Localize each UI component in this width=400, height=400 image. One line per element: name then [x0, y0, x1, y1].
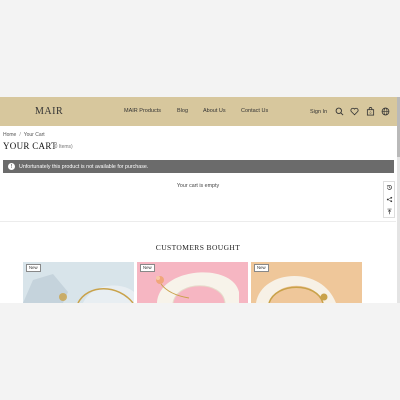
page: MAIR MAIR Products Blog About Us Contact… — [0, 97, 400, 303]
product-card[interactable]: New — [137, 262, 248, 303]
breadcrumb-separator: / — [19, 132, 21, 138]
site-logo[interactable]: MAIR — [35, 106, 63, 117]
heart-icon[interactable] — [350, 107, 359, 116]
alert-message: Unfortunately this product is not availa… — [19, 163, 149, 170]
breadcrumb-current: Your Cart — [23, 132, 45, 138]
nav-about-us[interactable]: About Us — [203, 108, 226, 114]
product-card[interactable]: New — [23, 262, 134, 303]
svg-text:0: 0 — [370, 111, 372, 115]
new-badge: New — [26, 264, 41, 272]
info-icon: ! — [8, 163, 15, 170]
side-toolbar — [383, 181, 395, 218]
history-icon[interactable] — [386, 184, 393, 191]
search-icon[interactable] — [335, 107, 344, 116]
breadcrumb-home[interactable]: Home — [3, 132, 16, 138]
new-badge: New — [140, 264, 155, 272]
page-title: YOUR CART — [3, 141, 57, 151]
site-header: MAIR MAIR Products Blog About Us Contact… — [0, 97, 400, 126]
unavailable-alert: ! Unfortunately this product is not avai… — [3, 160, 394, 173]
share-icon[interactable] — [386, 196, 393, 203]
globe-icon[interactable] — [381, 107, 390, 116]
breadcrumb: Home / Your Cart — [3, 132, 45, 138]
new-badge: New — [254, 264, 269, 272]
cart-item-count: (0 Items) — [53, 144, 73, 150]
bag-icon[interactable]: 0 — [366, 107, 375, 116]
customers-bought-title: CUSTOMERS BOUGHT — [155, 243, 241, 252]
nav-blog[interactable]: Blog — [177, 108, 188, 114]
nav-mair-products[interactable]: MAIR Products — [124, 108, 161, 114]
back-to-top-icon[interactable] — [386, 208, 393, 215]
product-card[interactable]: New — [251, 262, 362, 303]
empty-cart-message: Your cart is empty — [176, 183, 220, 189]
sign-in-link[interactable]: Sign In — [310, 109, 327, 115]
section-divider — [0, 221, 396, 222]
nav-contact-us[interactable]: Contact Us — [241, 108, 268, 114]
